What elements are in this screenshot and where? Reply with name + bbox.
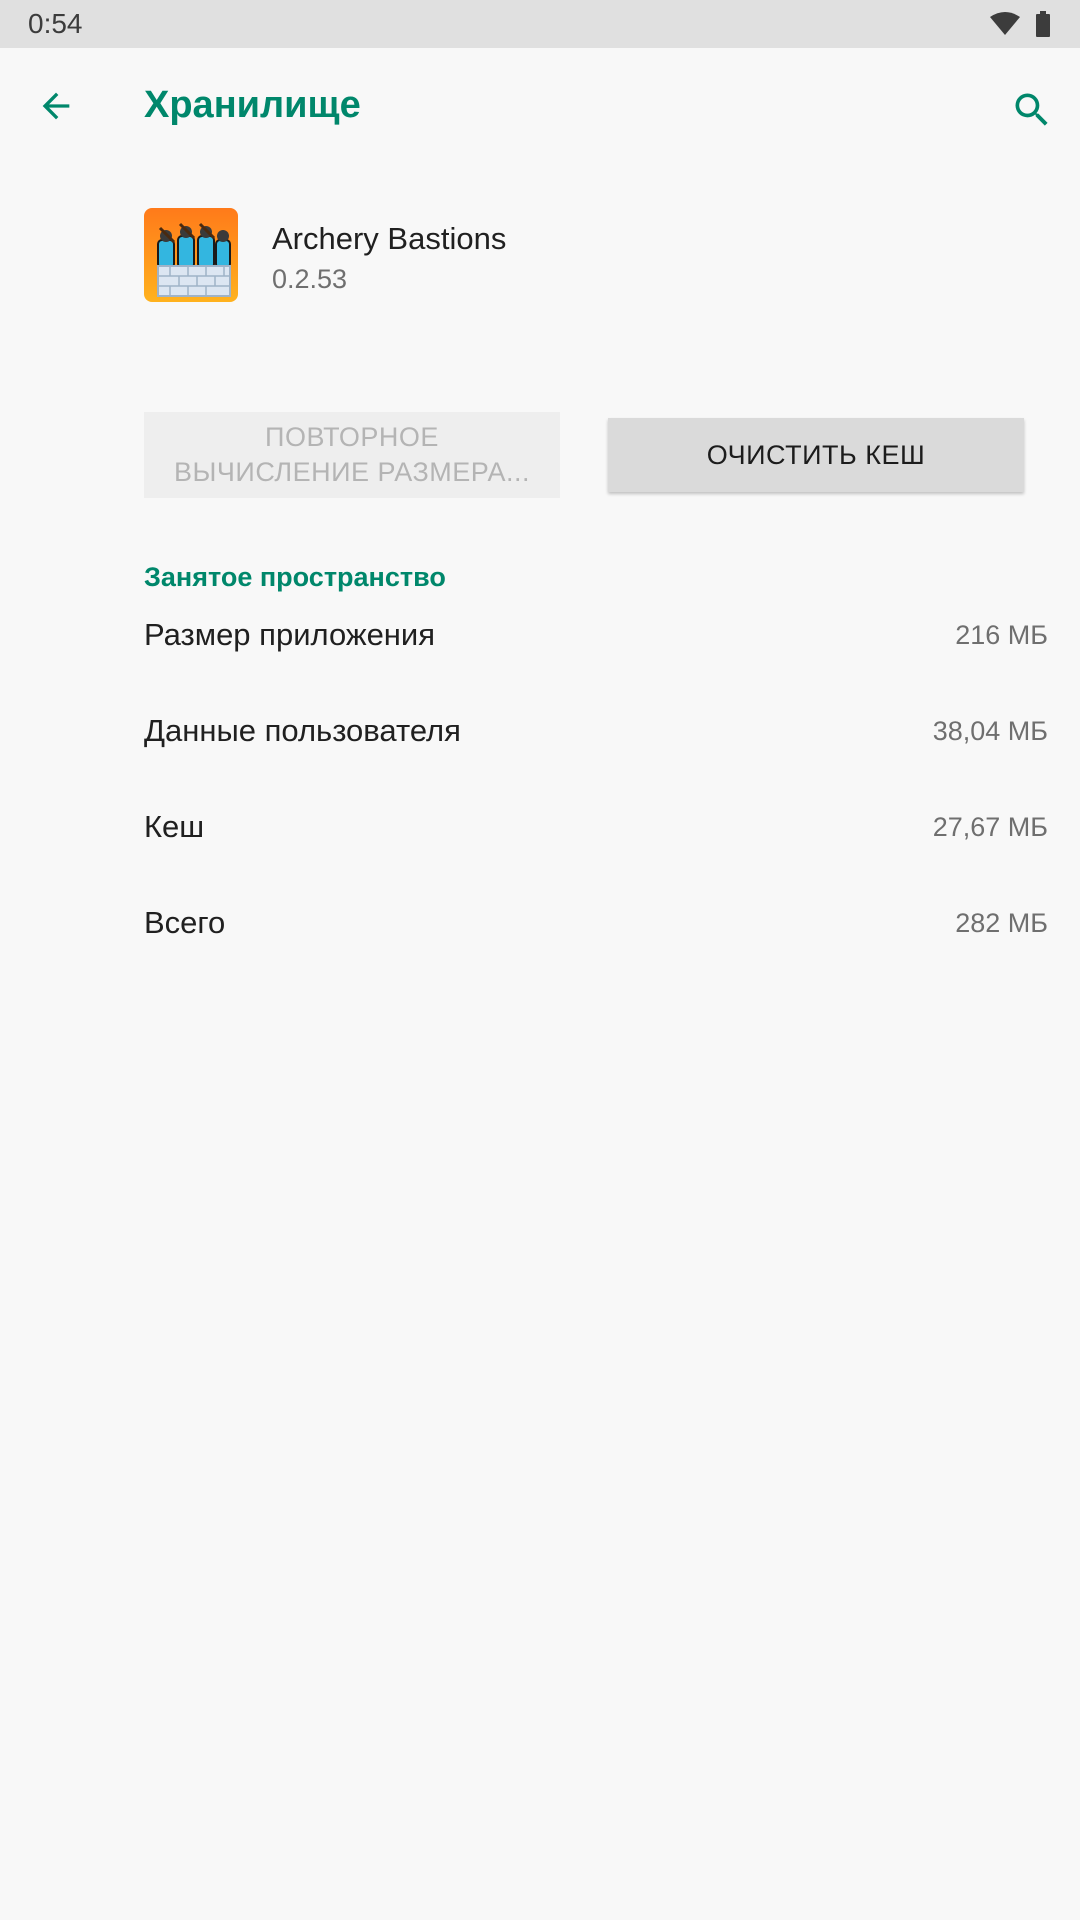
status-bar: 0:54	[0, 0, 1080, 48]
storage-screen: 0:54 Хранилище Archery Bastions 0.2.53 П…	[0, 0, 1080, 1920]
clear-cache-button[interactable]: ОЧИСТИТЬ КЕШ	[608, 418, 1024, 492]
row-value-app-size: 216 МБ	[955, 620, 1048, 650]
row-value-cache: 27,67 МБ	[932, 812, 1048, 842]
row-value-user-data: 38,04 МБ	[932, 716, 1048, 746]
battery-icon	[1036, 11, 1050, 37]
row-label-user-data: Данные пользователя	[144, 713, 461, 748]
row-label-total: Всего	[144, 905, 226, 940]
app-icon-archery-bastions	[144, 208, 238, 302]
app-version: 0.2.53	[272, 264, 348, 294]
search-button[interactable]	[1000, 78, 1064, 142]
app-name: Archery Bastions	[272, 221, 507, 256]
search-icon	[1015, 93, 1048, 126]
row-label-app-size: Размер приложения	[144, 617, 436, 652]
section-title: Занятое пространство	[144, 562, 446, 592]
row-label-cache: Кеш	[144, 809, 205, 844]
arrow-back-icon	[42, 92, 70, 120]
back-button[interactable]	[22, 76, 90, 136]
recalculate-size-button: ПОВТОРНОЕ ВЫЧИСЛЕНИЕ РАЗМЕРА...	[144, 412, 560, 498]
page-title: Хранилище	[144, 84, 361, 126]
status-time: 0:54	[28, 8, 83, 39]
toolbar: Хранилище	[0, 48, 1080, 164]
row-value-total: 282 МБ	[955, 908, 1048, 938]
wifi-icon	[990, 12, 1020, 35]
